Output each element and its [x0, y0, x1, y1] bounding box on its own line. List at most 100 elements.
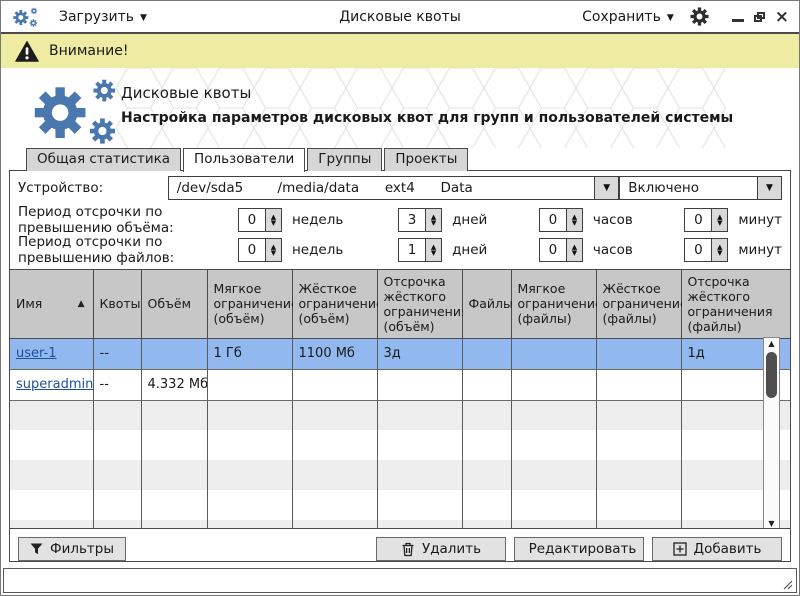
stepper-buttons[interactable]: ▲▼ [711, 209, 727, 231]
scroll-up-arrow-icon[interactable]: ▲ [768, 338, 774, 351]
table-cell: 1100 Мб [292, 338, 377, 369]
save-menu[interactable]: Сохранить ▼ [582, 9, 674, 25]
table-cell: 1 Гб [207, 338, 292, 369]
filters-button[interactable]: Фильтры [18, 537, 126, 561]
table-cell [292, 369, 377, 400]
column-header-soft-limit-files[interactable]: Мягкое ограничение (файлы) [511, 270, 596, 339]
chevron-down-icon: ▼ [140, 13, 147, 23]
gear-icon [690, 7, 709, 26]
column-header-files[interactable]: Файлы [462, 270, 511, 339]
table-cell [596, 369, 681, 400]
stepper-buttons[interactable]: ▲▼ [425, 239, 441, 261]
grace-files-weeks-value[interactable]: 0 [239, 239, 265, 261]
warning-banner: Внимание! [1, 34, 799, 68]
column-header-grace-volume[interactable]: Отсрочка жёсткого ограничения (объём) [377, 270, 462, 339]
grace-files-hours-stepper[interactable]: 0 ▲▼ [539, 238, 583, 262]
table-cell [207, 369, 292, 400]
tab-general-statistics[interactable]: Общая статистика [26, 148, 181, 171]
weeks-unit-label: недель [292, 212, 343, 228]
table-cell [511, 338, 596, 369]
column-header-name[interactable]: Имя▲ [10, 270, 93, 339]
stepper-buttons[interactable]: ▲▼ [265, 239, 281, 261]
table-cell [462, 369, 511, 400]
table-vertical-scrollbar[interactable]: ▲ ▼ [763, 337, 780, 529]
tab-users[interactable]: Пользователи [183, 148, 305, 172]
delete-button[interactable]: Удалить [376, 537, 506, 561]
device-select[interactable]: /dev/sda5 /media/data ext4 Data ▼ [168, 176, 619, 200]
grace-files-row: Период отсрочки по превышению файлов: 0 … [10, 235, 790, 265]
grace-volume-days-value[interactable]: 3 [399, 209, 425, 231]
grace-volume-hours-stepper[interactable]: 0 ▲▼ [539, 208, 583, 232]
grace-files-days-value[interactable]: 1 [399, 239, 425, 261]
grace-volume-minutes-stepper[interactable]: 0 ▲▼ [684, 208, 728, 232]
minutes-unit-label: минут [738, 212, 782, 228]
table-header-row: Имя▲ Квоты Объём Мягкое ограничение (объ… [10, 270, 790, 339]
quota-status-select[interactable]: Включено ▼ [619, 176, 782, 200]
status-dropdown-button[interactable]: ▼ [757, 177, 781, 199]
stepper-buttons[interactable]: ▲▼ [566, 239, 582, 261]
close-button[interactable]: × [775, 10, 789, 24]
tab-projects[interactable]: Проекты [384, 148, 468, 171]
warning-icon [15, 41, 39, 62]
grace-volume-weeks-value[interactable]: 0 [239, 209, 265, 231]
grace-volume-minutes-value[interactable]: 0 [685, 209, 711, 231]
empty-row [10, 520, 790, 529]
load-menu[interactable]: Загрузить ▼ [59, 9, 147, 25]
status-bar [3, 568, 797, 593]
tab-groups[interactable]: Группы [307, 148, 382, 171]
settings-button[interactable] [690, 7, 710, 27]
table-cell [596, 338, 681, 369]
column-header-quotas[interactable]: Квоты [93, 270, 141, 339]
grace-volume-hours-value[interactable]: 0 [540, 209, 566, 231]
table-row-user-1[interactable]: user-1 -- 1 Гб 1100 Мб 3д 1д [10, 338, 790, 369]
device-dropdown-button[interactable]: ▼ [594, 177, 618, 199]
column-header-soft-limit-volume[interactable]: Мягкое ограничение (объём) [207, 270, 292, 339]
grace-files-minutes-value[interactable]: 0 [685, 239, 711, 261]
chevron-down-icon: ▼ [603, 183, 610, 193]
grace-files-weeks-stepper[interactable]: 0 ▲▼ [238, 238, 282, 262]
table-cell [511, 369, 596, 400]
quota-table: Имя▲ Квоты Объём Мягкое ограничение (объ… [10, 270, 790, 529]
resize-grip-icon[interactable] [781, 578, 793, 590]
table-row-superadmin[interactable]: superadmin -- 4.332 Мб [10, 369, 790, 400]
grace-files-minutes-stepper[interactable]: 0 ▲▼ [684, 238, 728, 262]
stepper-buttons[interactable]: ▲▼ [711, 239, 727, 261]
scroll-down-arrow-icon[interactable]: ▼ [768, 518, 774, 529]
table-cell [462, 338, 511, 369]
grace-volume-days-stepper[interactable]: 3 ▲▼ [398, 208, 442, 232]
page-header: Дисковые квоты Настройка параметров диск… [1, 68, 799, 148]
arrow-down-icon: ▼ [271, 250, 276, 256]
grace-files-hours-value[interactable]: 0 [540, 239, 566, 261]
days-unit-label: дней [452, 212, 487, 228]
column-header-volume[interactable]: Объём [141, 270, 207, 339]
grace-files-days-stepper[interactable]: 1 ▲▼ [398, 238, 442, 262]
app-gears-icon [11, 4, 41, 30]
add-button[interactable]: Добавить [652, 537, 782, 561]
page-title: Дисковые квоты [121, 84, 733, 102]
column-header-hard-limit-files[interactable]: Жёсткое ограничение (файлы) [596, 270, 681, 339]
days-unit-label: дней [452, 242, 487, 258]
chevron-down-icon: ▼ [667, 13, 674, 23]
edit-button[interactable]: Редактировать [514, 537, 644, 561]
minimize-button[interactable] [732, 19, 744, 22]
stepper-buttons[interactable]: ▲▼ [566, 209, 582, 231]
sort-ascending-icon: ▲ [78, 299, 85, 309]
table-cell: 4.332 Мб [141, 369, 207, 400]
scrollbar-thumb[interactable] [766, 352, 777, 398]
trash-icon [401, 542, 415, 557]
grace-volume-weeks-stepper[interactable]: 0 ▲▼ [238, 208, 282, 232]
column-header-hard-limit-volume[interactable]: Жёсткое ограничение (объём) [292, 270, 377, 339]
user-link[interactable]: user-1 [16, 346, 57, 361]
maximize-button[interactable] [754, 12, 765, 22]
empty-row [10, 400, 790, 430]
load-menu-label: Загрузить [59, 9, 134, 25]
warning-text: Внимание! [49, 43, 128, 59]
quota-status-value: Включено [620, 177, 757, 199]
user-link[interactable]: superadmin [16, 377, 93, 392]
stepper-buttons[interactable]: ▲▼ [425, 209, 441, 231]
column-header-grace-files[interactable]: Отсрочка жёсткого ограничения (файлы) [681, 270, 790, 339]
arrow-down-icon: ▼ [717, 220, 722, 226]
app-logo-gears [23, 72, 135, 148]
stepper-buttons[interactable]: ▲▼ [265, 209, 281, 231]
filters-button-label: Фильтры [50, 541, 114, 557]
